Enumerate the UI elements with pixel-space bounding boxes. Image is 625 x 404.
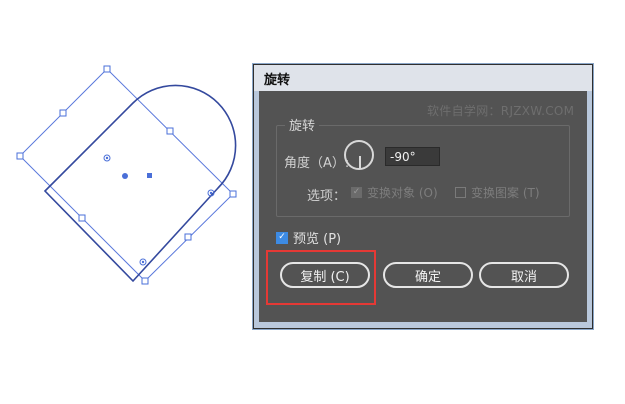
handle-top[interactable] [103,65,111,73]
handle-top-left[interactable] [59,109,67,117]
preview-option[interactable]: ✓ 预览 (P) [276,228,341,247]
corner-widget-dot [141,260,145,264]
corner-widget-dot [209,191,213,195]
copy-button-highlight [266,250,376,305]
handle-bottom-right[interactable] [184,233,192,241]
handle-bottom-left[interactable] [78,214,86,222]
dialog-titlebar[interactable]: 旋转 [254,65,592,92]
handle-top-right[interactable] [166,127,174,135]
rotated-shape[interactable] [43,84,237,283]
rotate-group-title: 旋转 [285,115,320,134]
angle-label: 角度（A）: [284,156,350,171]
angle-dial-needle [359,156,361,168]
handle-bottom[interactable] [141,277,149,285]
transform-objects-checkbox: ✓ [351,187,362,198]
dialog-title: 旋转 [264,73,291,88]
options-label: 选项： [307,189,347,204]
dialog-frame [587,91,592,328]
dialog-frame [254,322,592,328]
transform-objects-label: 变换对象 (O) [367,186,438,200]
transform-objects-option: ✓ 变换对象 (O) [351,184,438,201]
reference-point [147,173,152,178]
corner-widget-dot [105,156,109,160]
ok-button[interactable]: 确定 [383,262,473,288]
angle-dial-icon[interactable] [344,140,374,170]
preview-label: 预览 (P) [293,232,342,247]
angle-input[interactable] [385,147,440,166]
transform-patterns-option: 变换图案 (T) [455,184,540,201]
transform-patterns-checkbox [455,187,466,198]
handle-left[interactable] [16,152,24,160]
center-point [122,173,128,179]
transform-patterns-label: 变换图案 (T) [471,186,540,200]
preview-checkbox[interactable]: ✓ [276,231,288,244]
handle-right[interactable] [229,190,237,198]
watermark-text: 软件自学网：RJZXW.COM [427,104,575,118]
cancel-button[interactable]: 取消 [479,262,569,288]
